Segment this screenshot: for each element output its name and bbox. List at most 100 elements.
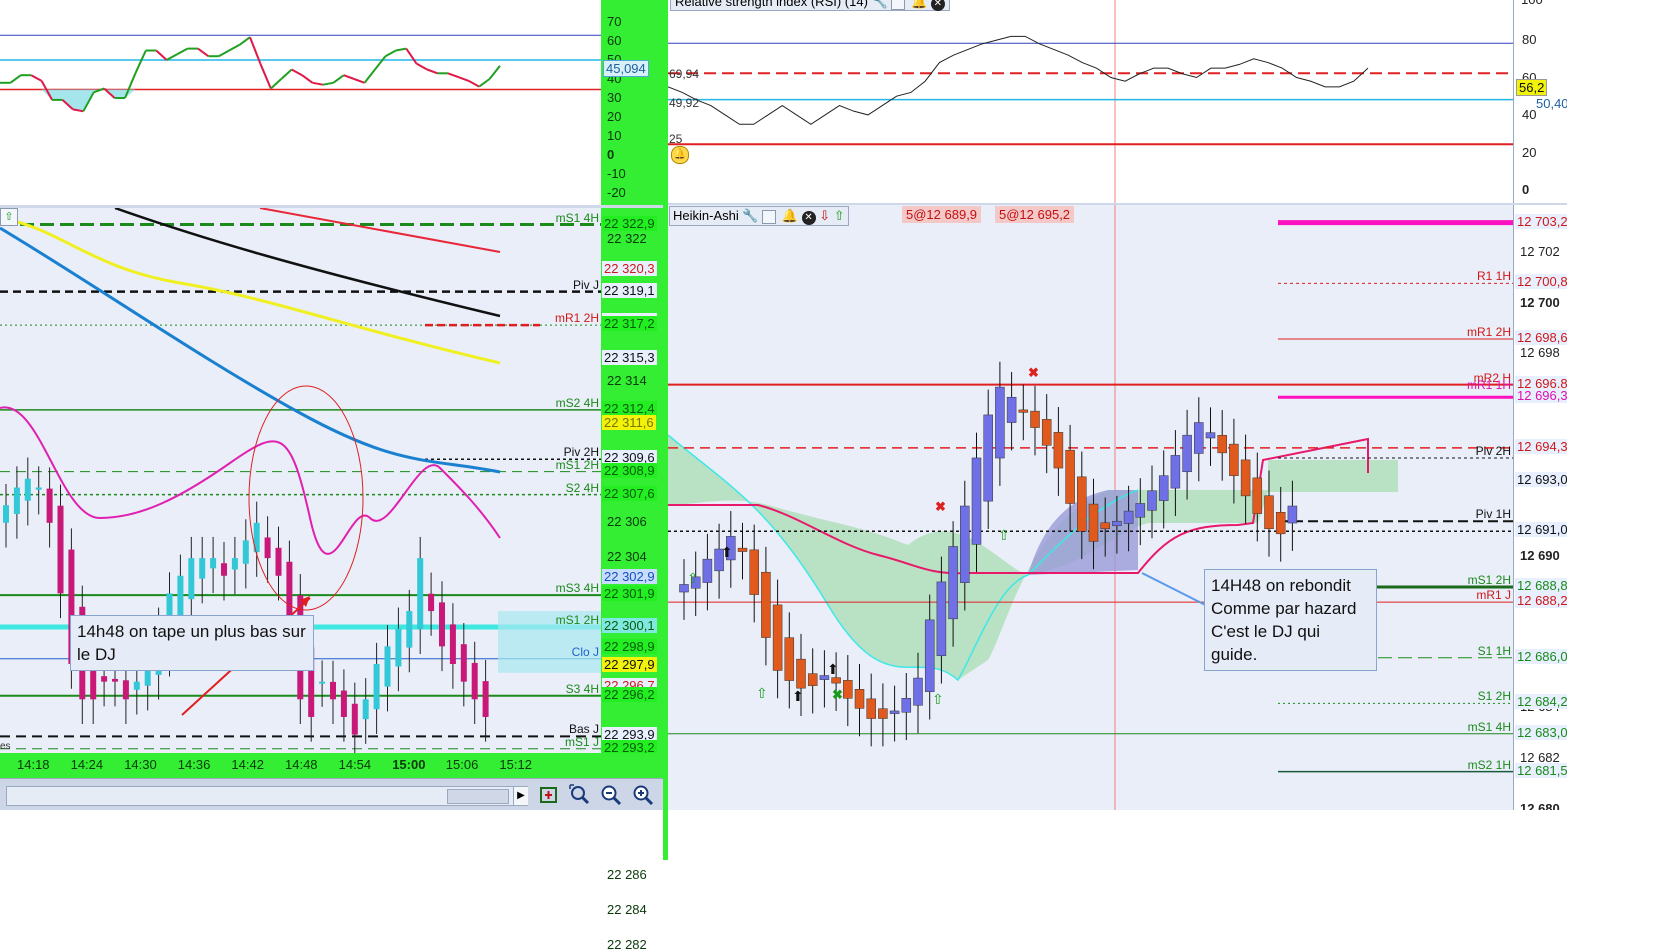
candle-body [406, 611, 413, 648]
rsi-segment [384, 49, 397, 58]
left-annotation-line-1: 14h48 on tape un plus bas sur [77, 622, 306, 641]
price-level-tag: 22 298,9 [602, 639, 657, 655]
time-axis-tick: 14:48 [285, 757, 318, 772]
zoom-out-icon[interactable] [600, 784, 622, 806]
candle-body [1264, 495, 1274, 530]
move-down-icon[interactable]: ⇩ [819, 208, 830, 223]
rsi-segment [322, 81, 334, 86]
rsi-segment [176, 47, 188, 56]
scrollbar-thumb[interactable] [447, 789, 509, 804]
scroll-right-icon[interactable]: ▶ [513, 787, 528, 805]
price-level-tag: 22 319,1 [602, 282, 657, 298]
level-label: R1 1H [1476, 269, 1511, 284]
rsi-axis-tick: 60 [607, 33, 622, 48]
rsi-axis-tick: 80 [1522, 32, 1537, 48]
time-axis-tick: 14:24 [70, 757, 104, 772]
price-level-tag: 22 301,9 [602, 586, 657, 602]
rsi-segment [134, 50, 147, 74]
candle-body [428, 593, 435, 612]
rsi-segment [312, 81, 324, 86]
close-icon[interactable]: ✕ [801, 211, 816, 225]
left-annotation[interactable]: 14h48 on tape un plus bas sur le DJ [70, 615, 314, 671]
price-level-tag: 22 317,2 [602, 316, 657, 332]
signal-arrow-icon: ⇧ [998, 527, 1010, 543]
candle-body [796, 658, 806, 689]
level-label: mS2 4H [555, 395, 599, 410]
candle-body [971, 457, 982, 545]
rsi-level-text: 69,94 [669, 67, 700, 82]
price-level-tag: 12 684,2 [1515, 694, 1570, 710]
candle-body [772, 604, 783, 671]
candle-body [1240, 459, 1251, 497]
price-level-tag: 12 683,0 [1515, 724, 1570, 740]
order-label-2[interactable]: 5@12 695,2 [995, 206, 1075, 223]
rsi-segment [291, 68, 303, 77]
wrench-icon[interactable]: 🔧 [872, 0, 888, 9]
candle-body [936, 581, 947, 657]
candle-body [395, 628, 402, 667]
rsi-level-text: 49,92 [669, 95, 700, 110]
rsi-line [668, 35, 1369, 125]
price-level-tag: 22 315,3 [602, 349, 657, 365]
right-footer [668, 810, 1664, 860]
signal-arrow-icon: ⬆ [827, 661, 839, 677]
window-icon[interactable] [762, 209, 777, 224]
signal-arrow-icon: ⬆ [721, 544, 733, 560]
rsi-segment [363, 68, 376, 84]
scroll-up-icon[interactable]: ⇧ [0, 208, 18, 226]
horizontal-scrollbar[interactable]: ▶ [6, 786, 528, 806]
rsi-axis-tick: -20 [607, 185, 626, 200]
rsi-segment [259, 63, 272, 89]
candle-body [1018, 409, 1029, 413]
wrench-icon[interactable]: 🔧 [742, 208, 758, 223]
rsi-segment [238, 36, 251, 46]
bell-icon[interactable]: 🔔 [782, 208, 798, 223]
level-label: mS1 2H [555, 457, 599, 472]
price-axis-tick: 22 314 [607, 372, 647, 388]
candle-body [1088, 503, 1099, 542]
candle-body [807, 673, 818, 686]
level-label: mR1 2H [554, 311, 599, 326]
auto-scale-icon[interactable] [538, 784, 560, 806]
order-label-1[interactable]: 5@12 689,9 [902, 206, 982, 223]
candle-body [242, 540, 249, 564]
rsi-level-text: 25 [669, 132, 683, 147]
right-price-plot: ⇧ ⇧ ⬆ ⬆ ⇧ ⇧ ⬆ ✖ ✖ ✖ [668, 205, 1513, 810]
rsi-segment [457, 76, 470, 82]
level-label: mR1 J [1476, 588, 1511, 603]
candle-body [57, 505, 64, 594]
candle-body [373, 664, 380, 710]
rsi-segment [343, 74, 355, 80]
candle-body [1053, 432, 1064, 469]
left-annotation-line-2: le DJ [77, 645, 116, 664]
rsi-segment [353, 78, 365, 84]
rsi-segment [488, 65, 501, 80]
price-level-tag: 12 700,8 [1515, 274, 1570, 290]
rsi-axis-tick: 30 [607, 90, 622, 105]
left-time-axis: 14:18 14:24 14:30 14:36 14:42 14:48 14:54 15:00… [0, 753, 663, 778]
level-label: S1 1H [1477, 643, 1511, 658]
bell-icon[interactable]: 🔔 [911, 0, 927, 9]
zoom-fit-icon[interactable] [569, 784, 591, 806]
time-axis-tick: 14:36 [177, 757, 211, 772]
price-level-tag: 12 688,2 [1515, 593, 1570, 609]
close-icon[interactable]: ✕ [930, 0, 945, 11]
price-axis-tick: 22 322 [607, 231, 647, 247]
alert-bell-icon[interactable]: 🔔 [671, 146, 689, 164]
price-level-tag: 22 296,2 [602, 686, 657, 702]
candle-body [351, 703, 358, 735]
time-axis-tick: 15:00 [392, 757, 426, 772]
move-up-icon[interactable]: ⇧ [834, 208, 845, 223]
time-axis-tick: 14:18 [17, 757, 50, 772]
window-icon[interactable] [891, 0, 906, 10]
price-level-tag: 22 300,1 [602, 617, 657, 633]
candle-body [1275, 512, 1286, 535]
zoom-in-icon[interactable] [632, 784, 654, 806]
right-annotation[interactable]: 14H48 on rebondit Comme par hazard C'est… [1204, 569, 1377, 671]
candle-body [210, 558, 217, 569]
candle-body [24, 478, 31, 501]
rsi-segment [166, 53, 178, 61]
candle-body [384, 646, 391, 687]
candle-body [960, 505, 970, 583]
time-axis-tick: 15:12 [499, 757, 532, 772]
